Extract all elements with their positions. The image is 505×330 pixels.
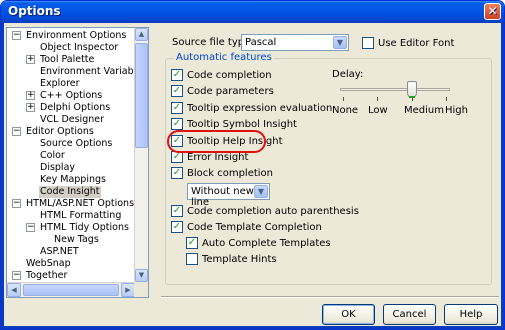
button-separator [161,296,499,298]
tree-item-label: Environment Options [26,30,127,41]
feature-label: Error Insight [187,152,249,163]
window-title: Options [8,4,61,18]
checkmark-icon[interactable]: ✓ [171,85,183,97]
scroll-down-icon[interactable]: ▼ [135,269,148,282]
use-editor-font-checkbox[interactable] [362,37,374,49]
tree-item-label: Environment Variables [40,66,135,77]
close-icon[interactable]: ✕ [484,3,501,20]
tree-item-label: Source Options [40,138,113,149]
feature-label: Code Template Completion [187,222,322,233]
delay-label-medium: Medium [404,105,444,116]
checkmark-icon[interactable]: ✓ [171,205,183,217]
checkmark-icon[interactable]: ✓ [171,167,183,179]
window-frame-left [1,23,4,329]
delay-tick-high [446,97,447,101]
source-file-type-value: Pascal [245,37,277,48]
delay-label-low: Low [368,105,388,116]
tree-item-label: HTML/ASP.NET Options [26,198,135,209]
highlight-ellipse [167,130,266,153]
tree-item-label: Explorer [40,78,80,89]
cancel-button[interactable]: Cancel [383,304,436,325]
scroll-up-icon[interactable]: ▲ [135,28,148,41]
scroll-right-icon[interactable]: ▶ [121,283,135,297]
tree-items: − Environment Options Object Inspector + Too… [7,28,135,282]
feature-label: Template Hints [202,254,277,265]
horizontal-scroll-thumb[interactable] [23,284,119,296]
delay-label-high: High [445,105,468,116]
options-tree[interactable]: − Environment Options Object Inspector + Too… [6,27,149,298]
tree-item-label: WebSnap [26,258,71,269]
collapse-icon[interactable]: − [12,127,21,136]
tree-item-label: VCL Designer [40,114,104,125]
source-file-type-dropdown[interactable]: Pascal ▼ [241,34,349,51]
collapse-icon[interactable]: − [12,31,21,40]
tree-item-label: Key Mappings [40,174,106,185]
tree-item-label: HTML Tidy Options [40,222,129,233]
expand-icon[interactable]: + [26,55,35,64]
tree-item-label: C++ Options [40,90,103,101]
feature-label: Tooltip expression evaluation [187,103,333,114]
collapse-icon[interactable]: − [12,271,21,280]
chevron-down-icon[interactable]: ▼ [333,36,347,49]
tree-item-label: Together [26,270,68,281]
feature-label: Block completion [187,168,274,179]
window-frame-right [501,23,504,329]
vertical-scroll-thumb[interactable] [135,43,148,148]
tree-item-label: Display [40,162,76,173]
tree-item-label: Editor Options [26,126,94,137]
tree-item-label: HTML Formatting [40,210,122,221]
checkmark-icon[interactable]: ✓ [171,118,183,130]
checkmark-icon[interactable]: ✓ [171,102,183,114]
tree-vertical-scrollbar[interactable]: ▲ ▼ [134,28,148,282]
delay-tick-low [377,97,378,101]
collapse-icon[interactable]: − [12,199,21,208]
tree-item-label: Delphi Options [40,102,111,113]
tree-item-label: ASP.NET [40,246,79,257]
feature-label: Code completion [187,70,272,81]
help-button[interactable]: Help [444,304,498,325]
feature-label: Auto Complete Templates [202,238,331,249]
automatic-features-title: Automatic features [174,52,274,63]
delay-slider-track[interactable] [340,88,450,91]
ok-button[interactable]: OK [322,304,375,325]
tree-item-label: New Tags [54,234,99,245]
checkmark-icon[interactable]: ✓ [186,237,198,249]
scroll-corner [134,282,148,297]
tree-horizontal-scrollbar[interactable]: ◀ ▶ [7,282,135,297]
feature-checkbox[interactable] [186,253,198,265]
tree-item-label: Color [40,150,65,161]
feature-label: Code completion auto parenthesis [187,206,359,217]
feature-label: Code parameters [187,86,274,97]
chevron-down-icon[interactable]: ▼ [254,185,268,198]
checkmark-icon[interactable]: ✓ [171,221,183,233]
options-dialog: Options ✕ − Environment Options Object Ins… [0,0,505,330]
feature-label: Tooltip Symbol Insight [187,119,297,130]
title-bar: Options ✕ [1,1,504,23]
tree-item-label: Tool Palette [40,54,95,65]
block-completion-dropdown[interactable]: Without new line ▼ [187,183,270,208]
use-editor-font-label: Use Editor Font [378,38,455,49]
tree-item-label: Object Inspector [40,42,119,53]
expand-icon[interactable]: + [26,91,35,100]
collapse-icon[interactable]: − [26,223,35,232]
checkmark-icon[interactable]: ✓ [171,69,183,81]
scroll-left-icon[interactable]: ◀ [7,283,21,297]
expand-icon[interactable]: + [26,103,35,112]
delay-slider-thumb[interactable] [407,81,417,98]
window-frame-bottom [1,326,504,329]
delay-label-none: None [332,105,359,116]
tree-item-label: Code Insight [39,186,101,198]
delay-tick-none [343,97,344,101]
delay-label: Delay: [332,69,364,80]
